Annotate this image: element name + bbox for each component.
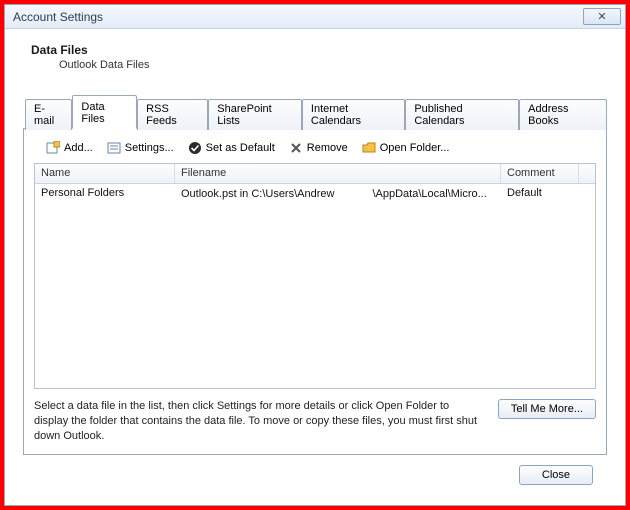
open-folder-label: Open Folder... (380, 142, 450, 154)
help-text: Select a data file in the list, then cli… (34, 399, 486, 444)
cell-name: Personal Folders (35, 184, 175, 204)
settings-label: Settings... (125, 142, 174, 154)
open-folder-button[interactable]: Open Folder... (362, 141, 450, 155)
col-header-spacer (579, 164, 595, 183)
tab-label: SharePoint Lists (217, 103, 271, 127)
folder-icon (362, 141, 376, 155)
cell-spacer (579, 184, 595, 204)
data-files-list[interactable]: Name Filename Comment Personal Folders O… (34, 163, 596, 389)
tell-me-more-button[interactable]: Tell Me More... (498, 399, 596, 419)
tab-email[interactable]: E-mail (25, 99, 72, 130)
titlebar: Account Settings ✕ (5, 5, 625, 29)
col-header-comment[interactable]: Comment (501, 164, 579, 183)
tab-address-books[interactable]: Address Books (519, 99, 607, 130)
list-header: Name Filename Comment (35, 164, 595, 184)
settings-icon (107, 141, 121, 155)
toolbar: Add... Settings... Set as Default (34, 139, 596, 163)
set-default-label: Set as Default (206, 142, 275, 154)
remove-button[interactable]: Remove (289, 141, 348, 155)
tab-internet-calendars[interactable]: Internet Calendars (302, 99, 405, 130)
cell-filename: Outlook.pst in C:\Users\Andrew \AppData\L… (175, 184, 501, 204)
tab-rss-feeds[interactable]: RSS Feeds (137, 99, 208, 130)
account-settings-window: Account Settings ✕ Data Files Outlook Da… (4, 4, 626, 506)
col-header-filename[interactable]: Filename (175, 164, 501, 183)
remove-icon (289, 141, 303, 155)
cell-comment: Default (501, 184, 579, 204)
tab-label: Data Files (81, 101, 104, 125)
table-row[interactable]: Personal Folders Outlook.pst in C:\Users… (35, 184, 595, 204)
tab-data-files[interactable]: Data Files (72, 95, 137, 129)
close-button[interactable]: Close (519, 465, 593, 485)
tab-label: E-mail (34, 103, 54, 127)
filename-part-b: \AppData\Local\Micro... (372, 188, 486, 200)
tab-label: Internet Calendars (311, 103, 361, 127)
tab-label: RSS Feeds (146, 103, 177, 127)
window-title: Account Settings (13, 10, 583, 24)
add-icon (46, 141, 60, 155)
help-area: Select a data file in the list, then cli… (34, 399, 596, 444)
tabstrip: E-mail Data Files RSS Feeds SharePoint L… (23, 95, 607, 129)
page-subtitle: Outlook Data Files (59, 59, 607, 71)
tab-published-calendars[interactable]: Published Calendars (405, 99, 519, 130)
set-default-button[interactable]: Set as Default (188, 141, 275, 155)
add-button[interactable]: Add... (46, 141, 93, 155)
add-label: Add... (64, 142, 93, 154)
settings-button[interactable]: Settings... (107, 141, 174, 155)
tell-me-more-label: Tell Me More... (511, 403, 583, 415)
tabpanel-data-files: Add... Settings... Set as Default (23, 129, 607, 455)
tab-label: Address Books (528, 103, 568, 127)
check-circle-icon (188, 141, 202, 155)
window-body: Data Files Outlook Data Files E-mail Dat… (5, 29, 625, 505)
tab-sharepoint-lists[interactable]: SharePoint Lists (208, 99, 302, 130)
window-close-button[interactable]: ✕ (583, 8, 621, 25)
footer: Close (23, 455, 607, 497)
tab-label: Published Calendars (414, 103, 464, 127)
filename-part-a: Outlook.pst in C:\Users\Andrew (181, 188, 334, 200)
col-header-name[interactable]: Name (35, 164, 175, 183)
close-icon: ✕ (597, 10, 606, 23)
remove-label: Remove (307, 142, 348, 154)
close-label: Close (542, 469, 570, 481)
page-title: Data Files (31, 43, 607, 57)
redacted-segment (336, 187, 370, 197)
